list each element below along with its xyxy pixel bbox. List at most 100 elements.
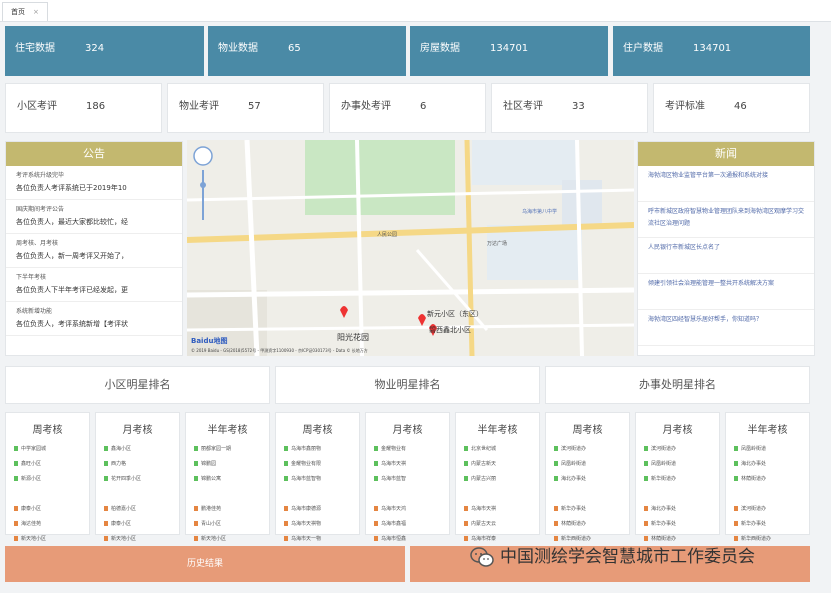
- rank-item[interactable]: 新源小区: [14, 472, 89, 487]
- notice-item[interactable]: 考评系统升级完毕 各位负责人考评系统已于2019年10: [6, 166, 182, 200]
- notice-item[interactable]: 周考核、月考核 各位负责人，新一周考评又开始了，: [6, 234, 182, 268]
- map-label: 阳光花园: [337, 332, 369, 342]
- rank-item[interactable]: 新天地小区: [14, 532, 89, 547]
- news-item[interactable]: 海勃湾区四经智慧乐居好帮手，你知道吗？: [638, 310, 814, 346]
- rank-item[interactable]: 内蒙古新天: [464, 457, 539, 472]
- rank-item[interactable]: 康泰小区: [104, 517, 179, 532]
- close-icon[interactable]: ×: [33, 8, 39, 16]
- rank-item[interactable]: 乌海市恒鑫: [374, 532, 449, 547]
- rank-item-label: 乌海市天鸿: [381, 506, 407, 512]
- notice-item[interactable]: 系统新增功能 各位负责人，考评系统新增【考评状: [6, 302, 182, 336]
- rating-card-property[interactable]: 物业考评 57: [167, 83, 324, 133]
- rank-item-label: 海北办事处: [561, 476, 587, 482]
- rating-card-community[interactable]: 小区考评 186: [5, 83, 162, 133]
- rank-item[interactable]: 林荫街道办: [734, 472, 809, 487]
- orange-rank-dot-icon: [194, 521, 198, 526]
- rank-item[interactable]: 锦鹏公寓: [194, 472, 269, 487]
- orange-rank-dot-icon: [194, 506, 198, 511]
- news-item[interactable]: 海勃湾区物业监管平台第一次通报和系统对接: [638, 166, 814, 202]
- rank-item[interactable]: 凤凰岭街道: [644, 457, 719, 472]
- tab-bar: 首页 ×: [0, 0, 831, 22]
- rank-item[interactable]: 丽都家园一期: [194, 442, 269, 457]
- rank-item[interactable]: 新天地小区: [194, 532, 269, 547]
- rank-item[interactable]: 海北办事处: [644, 502, 719, 517]
- rank-item[interactable]: 鑫海小区: [104, 442, 179, 457]
- orange-rank-dot-icon: [554, 536, 558, 541]
- rank-item[interactable]: 鹏港佳苑: [194, 502, 269, 517]
- orange-rank-dot-icon: [644, 521, 648, 526]
- rank-item[interactable]: 内蒙古兴丽: [464, 472, 539, 487]
- rank-item[interactable]: 康泰小区: [14, 502, 89, 517]
- rank-item[interactable]: 金耀物业有: [374, 442, 449, 457]
- rank-item[interactable]: 乌海市康德源: [284, 502, 359, 517]
- map-label: 人民公园: [377, 232, 397, 238]
- rating-card-standard[interactable]: 考评标准 46: [653, 83, 810, 133]
- rank-item[interactable]: 新华办事处: [644, 517, 719, 532]
- news-item[interactable]: 人民银行市新城区长点名了: [638, 238, 814, 274]
- rank-item-label: 中学家园城: [21, 446, 47, 452]
- rank-item[interactable]: 新天地小区: [104, 532, 179, 547]
- rank-item[interactable]: 海北办事处: [554, 472, 629, 487]
- rank-item-label: 新华街道办: [651, 476, 677, 482]
- stat-label: 物业数据: [218, 43, 258, 54]
- news-item[interactable]: 呼市新城区政府智慧物业管理团队来到海勃湾区观摩学习交流社区治理问题: [638, 202, 814, 238]
- rank-item[interactable]: 乌海市天一物: [284, 532, 359, 547]
- notice-item[interactable]: 国庆期间考评公告 各位负责人，最近大家都比较忙，经: [6, 200, 182, 234]
- rank-item[interactable]: 锦鹏园: [194, 457, 269, 472]
- rank-item[interactable]: 乌海市鑫丽物: [284, 442, 359, 457]
- rank-item[interactable]: 乌海市天祺: [464, 502, 539, 517]
- stat-card-house[interactable]: 房屋数据 134701: [410, 26, 608, 76]
- rank-item[interactable]: 新华办事处: [554, 502, 629, 517]
- rating-card-district[interactable]: 社区考评 33: [491, 83, 648, 133]
- rank-column-title: 半年考核: [477, 425, 518, 436]
- rank-column-title: 月考核: [392, 425, 423, 436]
- rank-item[interactable]: 内蒙古天云: [464, 517, 539, 532]
- orange-rank-dot-icon: [464, 536, 468, 541]
- rank-item[interactable]: 乌海市鑫福: [374, 517, 449, 532]
- rank-item[interactable]: 乌海市天祺: [374, 457, 449, 472]
- rank-item[interactable]: 青山小区: [194, 517, 269, 532]
- rank-item[interactable]: 柏德嘉小区: [104, 502, 179, 517]
- rank-item-label: 康泰小区: [21, 506, 42, 512]
- notice-item[interactable]: 下半年考核 各位负责人下半年考评已经发起，更: [6, 268, 182, 302]
- rank-item[interactable]: 中学家园城: [14, 442, 89, 457]
- rank-spacer: [644, 487, 719, 502]
- rank-item[interactable]: 金耀物业有限: [284, 457, 359, 472]
- stat-card-property[interactable]: 物业数据 65: [208, 26, 406, 76]
- rank-column: 周考核 中学家园城 鑫旺小区 新源小区 康泰小区 海达佳苑 新天地小区: [5, 412, 90, 542]
- rank-item[interactable]: 西力格: [104, 457, 179, 472]
- rank-item[interactable]: 滨河街道办: [554, 442, 629, 457]
- tab-home[interactable]: 首页 ×: [2, 2, 48, 21]
- rank-item[interactable]: 海达佳苑: [14, 517, 89, 532]
- rank-item[interactable]: 乌海市天祺物: [284, 517, 359, 532]
- rank-item[interactable]: 林荫街道办: [554, 517, 629, 532]
- rank-item[interactable]: 滨河街道办: [734, 502, 809, 517]
- green-rank-dot-icon: [104, 461, 108, 466]
- rank-item[interactable]: 凤凰岭街道: [734, 442, 809, 457]
- baidu-logo: Baidu地图: [191, 336, 227, 345]
- stat-card-household[interactable]: 住户数据 134701: [613, 26, 810, 76]
- rank-item-label: 新华办事处: [561, 506, 587, 512]
- history-results-button[interactable]: 历史结果: [5, 546, 405, 582]
- rating-card-office[interactable]: 办事处考评 6: [329, 83, 486, 133]
- map-label: 万达广场: [487, 240, 507, 247]
- green-rank-dot-icon: [644, 461, 648, 466]
- stat-card-residential[interactable]: 住宅数据 324: [5, 26, 204, 76]
- pan-control-icon[interactable]: [193, 146, 213, 166]
- rank-item-label: 林荫街道办: [741, 476, 767, 482]
- rank-item[interactable]: 乌海市蓝智: [374, 472, 449, 487]
- rank-item[interactable]: 新华办事处: [734, 517, 809, 532]
- rank-item[interactable]: 凤凰岭街道: [554, 457, 629, 472]
- rank-item[interactable]: 鑫旺小区: [14, 457, 89, 472]
- rank-column-title: 半年考核: [747, 425, 788, 436]
- rank-item[interactable]: 北京世纪城: [464, 442, 539, 457]
- rating-value: 186: [86, 101, 106, 112]
- rank-item[interactable]: 乌海市蓝智物: [284, 472, 359, 487]
- news-item[interactable]: 倾建引领社会治理能管理一整共开系统解决方案: [638, 274, 814, 310]
- rank-item[interactable]: 新华街道办: [644, 472, 719, 487]
- rank-item[interactable]: 乌海市天鸿: [374, 502, 449, 517]
- rank-item[interactable]: 滨河街道办: [644, 442, 719, 457]
- map-view[interactable]: 阳光花园 新元小区（东区） 碧西鑫北小区 乌海市第八中学 万达广场 人民公园 B…: [187, 140, 634, 356]
- rank-item[interactable]: 花开四季小区: [104, 472, 179, 487]
- rank-item[interactable]: 海北办事处: [734, 457, 809, 472]
